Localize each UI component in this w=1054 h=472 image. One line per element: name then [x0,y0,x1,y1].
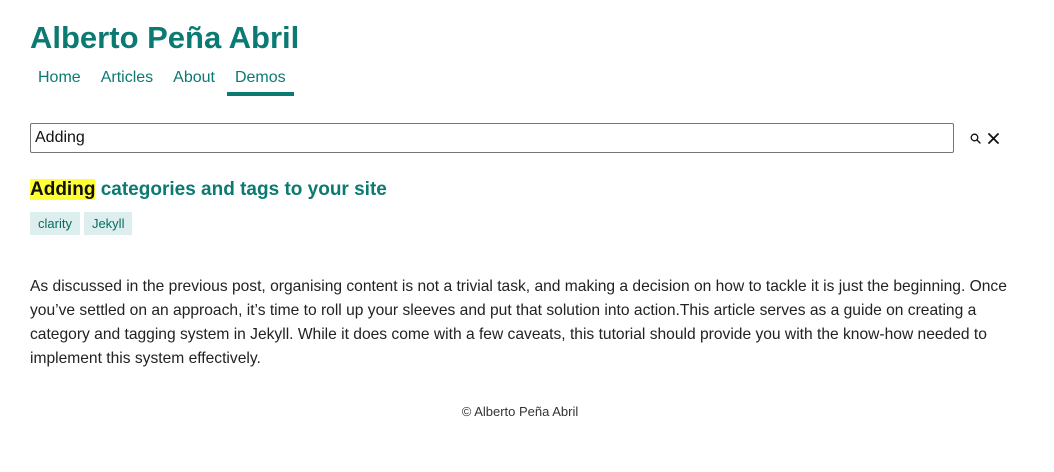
nav-item-about[interactable]: About [165,64,223,92]
nav-item-demos[interactable]: Demos [226,64,294,96]
magnifier-icon[interactable] [967,129,983,147]
nav-item-articles[interactable]: Articles [93,64,161,92]
result-title-link[interactable]: Adding categories and tags to your site [30,178,387,202]
main-nav: Home Articles About Demos [30,64,298,96]
search-highlight: Adding [30,179,96,200]
nav-item-home[interactable]: Home [30,64,89,92]
search-bar [30,123,1005,153]
tag-jekyll[interactable]: Jekyll [83,212,133,235]
result-title-rest: categories and tags to your site [95,179,387,200]
result-excerpt: As discussed in the previous post, organ… [30,278,1007,367]
site-title[interactable]: Alberto Peña Abril [30,18,299,58]
close-icon[interactable] [985,129,1001,147]
result-tags: clarity Jekyll [30,212,133,235]
tag-clarity[interactable]: clarity [30,212,80,235]
search-input[interactable] [30,123,954,153]
footer-copyright: © Alberto Peña Abril [461,404,579,419]
